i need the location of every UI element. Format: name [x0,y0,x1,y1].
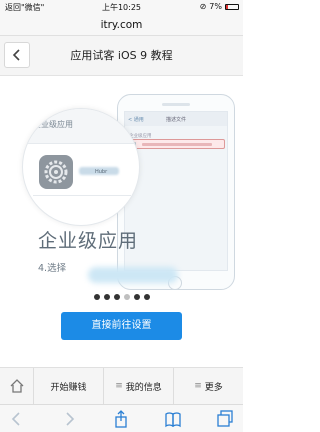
phone-nav-bar: < 通用 描述文件 [125,112,227,126]
step-big-label: 企业级应用 [38,230,139,252]
forward-arrow-icon[interactable] [60,410,78,428]
zoom-circle: 企业级应用 Hubr [22,108,140,226]
phone-row-text [142,143,212,146]
nav-more[interactable]: ≡ 更多 [174,368,243,404]
tutorial-illustration: < 通用 描述文件 企业级应用 企业级应用 Hubr 4.选择 企业级应用 [0,80,243,290]
battery-icon [225,3,239,10]
tabs-icon[interactable] [216,410,234,428]
nav-my-info-label: 我的信息 [125,382,162,393]
pagination-dots [0,294,243,300]
url-host: itry.com [100,19,143,31]
step-label: 4.选择 [38,263,67,274]
page-header: 应用试客 iOS 9 教程 [0,36,243,76]
page-title: 应用试客 iOS 9 教程 [70,49,173,62]
lock-rotation-icon: ⊘ [199,2,207,11]
nav-start-earning-label: 开始赚钱 [50,382,87,393]
settings-gear-icon [39,155,73,189]
zoom-divider [33,195,131,196]
page-dot[interactable] [143,294,150,300]
zoom-title: 企业级应用 [33,120,73,129]
status-bar: 返回"微信" 上午10:25 ⊘ 7% [0,0,243,14]
phone-highlighted-row [127,139,225,149]
page-dot[interactable] [103,294,110,300]
blurred-highlight [88,267,178,283]
bookmarks-icon[interactable] [164,410,182,428]
share-icon[interactable] [112,410,130,428]
nav-start-earning[interactable]: 开始赚钱 [34,368,104,404]
zoom-caption: Hubr [95,169,108,175]
page-dot[interactable] [93,294,100,300]
phone-nav-title: 描述文件 [165,117,186,123]
site-bottom-nav: 开始赚钱 ≡ 我的信息 ≡ 更多 [0,367,243,404]
go-to-settings-button[interactable]: 直接前往设置 [61,312,182,340]
home-button[interactable] [0,368,34,404]
menu-icon: ≡ [194,381,202,391]
back-arrow-icon[interactable] [8,410,26,428]
browser-toolbar [0,404,243,432]
page-dot[interactable] [133,294,140,300]
menu-icon: ≡ [115,381,123,391]
phone-screen: < 通用 描述文件 企业级应用 [124,111,228,271]
nav-more-label: 更多 [204,382,223,393]
battery-percent: 7% [209,2,222,11]
address-bar[interactable]: itry.com [0,14,243,36]
phone-speaker [162,103,190,106]
page-dot-active[interactable] [123,294,130,300]
home-icon [10,379,23,393]
status-right: ⊘ 7% [200,2,239,11]
nav-my-info[interactable]: ≡ 我的信息 [104,368,174,404]
page-dot[interactable] [113,294,120,300]
